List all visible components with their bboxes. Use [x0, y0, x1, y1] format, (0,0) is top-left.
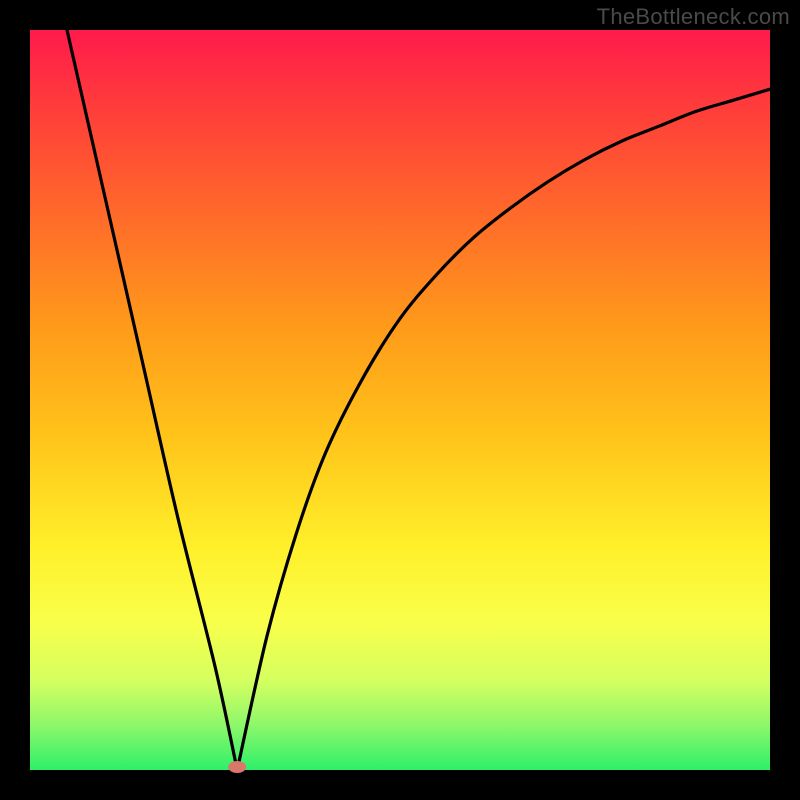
- chart-frame: TheBottleneck.com: [0, 0, 800, 800]
- watermark-text: TheBottleneck.com: [597, 4, 790, 30]
- min-marker: [228, 761, 246, 773]
- curve-layer: [30, 30, 770, 770]
- bottleneck-curve: [67, 30, 770, 785]
- plot-area: [30, 30, 770, 770]
